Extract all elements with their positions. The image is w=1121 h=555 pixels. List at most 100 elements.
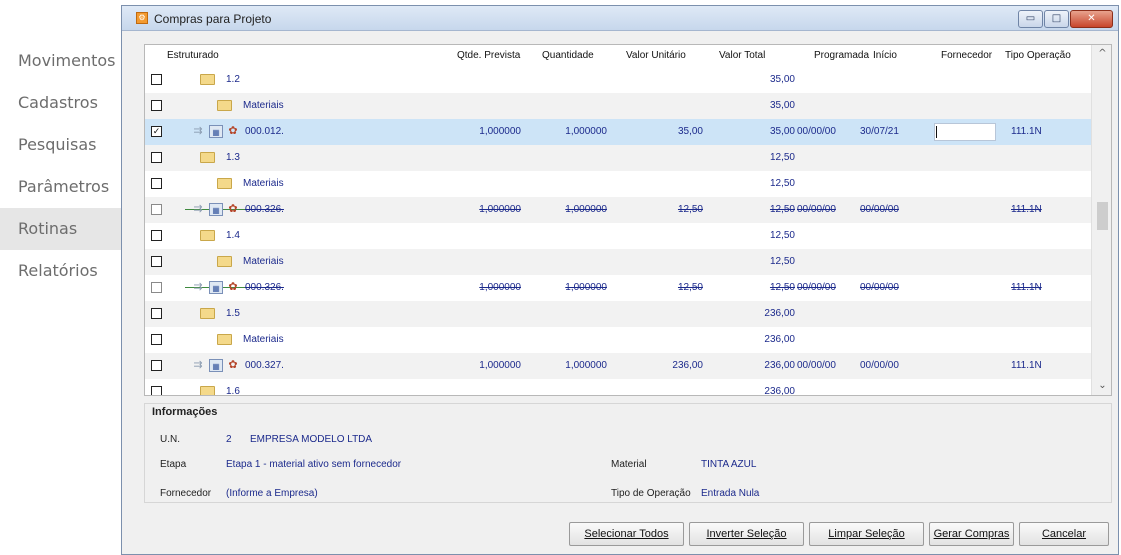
- col-estruturado[interactable]: Estruturado: [167, 50, 219, 61]
- side-menu-item-parametros[interactable]: Parâmetros: [0, 166, 121, 208]
- tree-label: Materiais: [243, 178, 284, 189]
- valor-total-cell: 35,00: [769, 100, 795, 111]
- material-row[interactable]: ⇉ ▦ ✿ 000.326. 1,000000 1,000000 12,50 12,50 00/…: [145, 197, 1091, 223]
- row-checkbox[interactable]: [151, 152, 162, 163]
- pricetag-icon: ✿: [228, 359, 238, 371]
- side-menu-item-movimentos[interactable]: Movimentos: [0, 40, 121, 82]
- window-title: Compras para Projeto: [154, 12, 272, 26]
- scroll-thumb[interactable]: [1097, 202, 1108, 230]
- folder-icon: [217, 334, 232, 345]
- clear-selection-button[interactable]: Limpar Seleção: [809, 522, 924, 546]
- valor-total-cell: 12,50: [769, 152, 795, 163]
- material-row[interactable]: ⇉ ▦ ✿ 000.327. 1,000000 1,000000 236,00 236,00 0…: [145, 353, 1091, 379]
- tree-label: Materiais: [243, 256, 284, 267]
- quantidade-cell: 1,000000: [565, 360, 607, 371]
- valor-unitario-cell: 236,00: [672, 360, 703, 371]
- group-row[interactable]: Materiais 35,00: [145, 93, 1091, 119]
- group-row[interactable]: 1.4 12,50: [145, 223, 1091, 249]
- quantidade-cell: 1,000000: [565, 282, 607, 293]
- row-checkbox[interactable]: [151, 204, 162, 215]
- grid-icon: ▦: [209, 203, 223, 216]
- col-fornecedor[interactable]: Fornecedor: [941, 50, 992, 61]
- qtde-prevista-cell: 1,000000: [479, 204, 521, 215]
- tipo-operacao-cell: 111.1N: [1011, 126, 1042, 137]
- group-row[interactable]: 1.5 236,00: [145, 301, 1091, 327]
- close-button[interactable]: ✕: [1070, 10, 1113, 28]
- un-label: U.N.: [160, 434, 180, 445]
- un-code: 2: [226, 434, 232, 445]
- group-row[interactable]: Materiais 12,50: [145, 171, 1091, 197]
- row-checkbox[interactable]: ✓: [151, 126, 162, 137]
- inicio-cell: 00/00/00: [860, 204, 899, 215]
- maximize-button[interactable]: □: [1044, 10, 1069, 28]
- valor-total-cell: 35,00: [769, 74, 795, 85]
- col-quantidade[interactable]: Quantidade: [542, 50, 594, 61]
- title-bar[interactable]: ⚙ Compras para Projeto ▭ □ ✕: [122, 6, 1118, 31]
- col-programada[interactable]: Programada: [814, 50, 869, 61]
- row-checkbox[interactable]: [151, 100, 162, 111]
- tree-label: 1.6: [226, 386, 240, 396]
- invert-selection-button[interactable]: Inverter Seleção: [689, 522, 804, 546]
- col-tipo-operacao[interactable]: Tipo Operação: [1005, 50, 1071, 61]
- programada-cell: 00/00/00: [797, 126, 836, 137]
- row-checkbox[interactable]: [151, 386, 162, 395]
- group-row[interactable]: Materiais 236,00: [145, 327, 1091, 353]
- col-valor-unitario[interactable]: Valor Unitário: [626, 50, 686, 61]
- folder-icon: [200, 74, 215, 85]
- valor-total-cell: 35,00: [769, 126, 795, 137]
- col-qtde-prevista[interactable]: Qtde. Prevista: [457, 50, 520, 61]
- tipo-operacao-value: Entrada Nula: [701, 488, 760, 499]
- col-inicio[interactable]: Início: [873, 50, 897, 61]
- minimize-button[interactable]: ▭: [1018, 10, 1043, 28]
- group-row[interactable]: Materiais 12,50: [145, 249, 1091, 275]
- inicio-cell: 00/00/00: [860, 282, 899, 293]
- side-menu-item-relatorios[interactable]: Relatórios: [0, 250, 121, 292]
- inicio-cell: 00/00/00: [860, 360, 899, 371]
- vertical-scrollbar[interactable]: ^ ⌄: [1091, 45, 1111, 395]
- side-menu-item-cadastros[interactable]: Cadastros: [0, 82, 121, 124]
- select-all-button[interactable]: Selecionar Todos: [569, 522, 684, 546]
- tree-label: 1.3: [226, 152, 240, 163]
- folder-icon: [200, 152, 215, 163]
- folder-icon: [200, 386, 215, 395]
- tipo-operacao-cell: 111.1N: [1011, 360, 1042, 371]
- group-row[interactable]: 1.2 35,00: [145, 67, 1091, 93]
- row-checkbox[interactable]: [151, 230, 162, 241]
- material-row[interactable]: ⇉ ▦ ✿ 000.326. 1,000000 1,000000 12,50 12,50 00/…: [145, 275, 1091, 301]
- side-menu-item-pesquisas[interactable]: Pesquisas: [0, 124, 121, 166]
- purchase-grid[interactable]: Estruturado Qtde. Prevista Quantidade Va…: [144, 44, 1112, 396]
- tipo-operacao-cell: 111.1N: [1011, 282, 1042, 293]
- row-checkbox[interactable]: [151, 308, 162, 319]
- grid-icon: ▦: [209, 359, 223, 372]
- programada-cell: 00/00/00: [797, 360, 836, 371]
- scroll-down-icon[interactable]: ⌄: [1092, 377, 1111, 395]
- cancel-button[interactable]: Cancelar: [1019, 522, 1109, 546]
- component-icon: ⇉: [193, 281, 203, 293]
- group-row[interactable]: 1.6 236,00: [145, 379, 1091, 396]
- qtde-prevista-cell: 1,000000: [479, 126, 521, 137]
- fornecedor-value: (Informe a Empresa): [226, 488, 318, 499]
- material-row[interactable]: ✓ ⇉ ▦ ✿ 000.012. 1,000000 1,000000 35,00 35,00 00…: [145, 119, 1091, 145]
- row-checkbox[interactable]: [151, 178, 162, 189]
- row-checkbox[interactable]: [151, 74, 162, 85]
- valor-total-cell: 12,50: [769, 282, 795, 293]
- row-checkbox[interactable]: [151, 256, 162, 267]
- tree-label: Materiais: [243, 334, 284, 345]
- valor-total-cell: 12,50: [769, 230, 795, 241]
- fornecedor-input[interactable]: [934, 123, 996, 141]
- folder-icon: [217, 178, 232, 189]
- side-menu-item-rotinas[interactable]: Rotinas: [0, 208, 121, 250]
- scroll-up-icon[interactable]: ^: [1092, 45, 1111, 63]
- grid-icon: ▦: [209, 125, 223, 138]
- col-valor-total[interactable]: Valor Total: [719, 50, 765, 61]
- row-checkbox[interactable]: [151, 360, 162, 371]
- tree-label: 1.5: [226, 308, 240, 319]
- material-code: 000.327.: [245, 360, 284, 371]
- generate-purchases-button[interactable]: Gerar Compras: [929, 522, 1014, 546]
- material-code: 000.326.: [245, 282, 284, 293]
- group-row[interactable]: 1.3 12,50: [145, 145, 1091, 171]
- row-checkbox[interactable]: [151, 334, 162, 345]
- tipo-operacao-label: Tipo de Operação: [611, 488, 691, 499]
- row-checkbox[interactable]: [151, 282, 162, 293]
- material-code: 000.326.: [245, 204, 284, 215]
